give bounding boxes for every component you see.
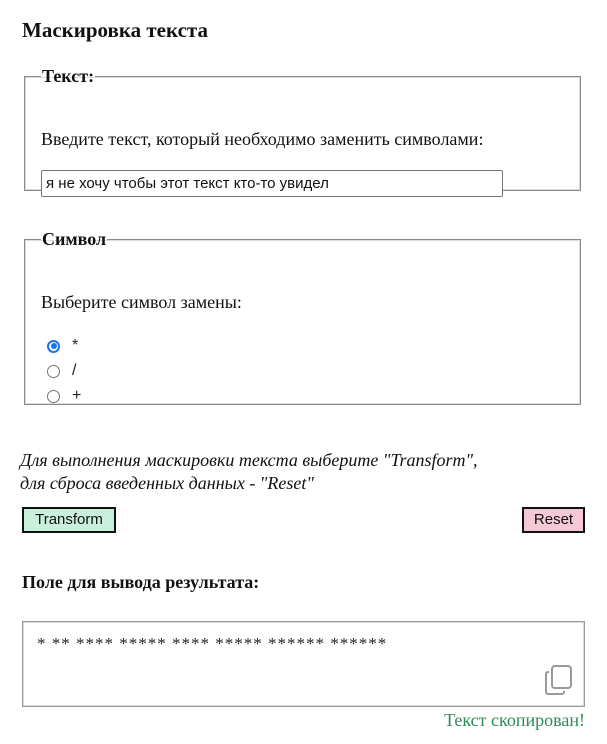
symbol-legend: Символ bbox=[42, 229, 107, 249]
radio-label-plus: + bbox=[72, 387, 82, 404]
symbol-prompt: Выберите символ замены: bbox=[41, 292, 242, 312]
radio-button-plus[interactable] bbox=[47, 389, 60, 403]
symbol-fieldset: Символ Выберите символ замены: * / + bbox=[24, 229, 581, 405]
copy-icon[interactable] bbox=[544, 664, 574, 696]
result-title: Поле для вывода результата: bbox=[22, 572, 260, 592]
text-legend: Текст: bbox=[42, 66, 95, 86]
text-input[interactable]: я не хочу чтобы этот текст кто-то увидел bbox=[41, 170, 503, 197]
radio-label-slash: / bbox=[72, 362, 77, 379]
instructions-hint: Для выполнения маскировки текста выберит… bbox=[20, 449, 478, 495]
result-text: * ** **** ***** **** ***** ****** ****** bbox=[37, 634, 388, 653]
result-output[interactable]: * ** **** ***** **** ***** ****** ****** bbox=[22, 621, 585, 707]
text-fieldset: Текст: Введите текст, который необходимо… bbox=[24, 66, 581, 197]
text-prompt: Введите текст, который необходимо замени… bbox=[41, 129, 484, 149]
radio-option-plus[interactable]: + bbox=[47, 386, 81, 406]
copied-message: Текст скопирован! bbox=[444, 710, 585, 730]
radio-button-asterisk[interactable] bbox=[47, 339, 60, 353]
transform-button[interactable]: Transform bbox=[22, 507, 116, 533]
page-title: Маскировка текста bbox=[22, 18, 208, 42]
radio-option-slash[interactable]: / bbox=[47, 361, 76, 381]
radio-label-asterisk: * bbox=[72, 337, 79, 354]
hint-line-2: для сброса введенных данных - "Reset" bbox=[20, 473, 314, 493]
radio-button-slash[interactable] bbox=[47, 364, 60, 378]
hint-line-1: Для выполнения маскировки текста выберит… bbox=[20, 450, 478, 470]
radio-option-asterisk[interactable]: * bbox=[47, 336, 78, 356]
reset-button[interactable]: Reset bbox=[522, 507, 585, 533]
